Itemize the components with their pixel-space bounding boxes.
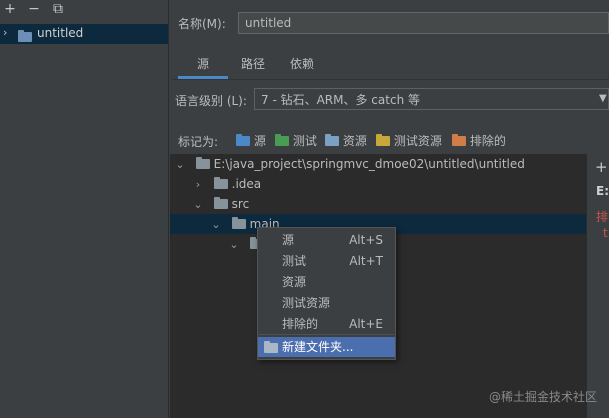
mark-as-test-resources-label: 测试资源 xyxy=(393,134,442,148)
menu-item-excluded[interactable]: 排除的 Alt+E xyxy=(258,314,395,334)
mark-as-sources-label: 源 xyxy=(253,134,266,148)
tab-dependencies[interactable]: 依赖 xyxy=(282,54,322,76)
name-label: 名称(M): xyxy=(178,17,226,31)
menu-item-sources-shortcut: Alt+S xyxy=(349,233,383,247)
menu-item-resources-label: 资源 xyxy=(282,275,307,289)
content-root-path: E:\ xyxy=(596,184,609,198)
chevron-down-icon[interactable]: ⌄ xyxy=(210,215,222,235)
modules-toolbar: + − ⧉ xyxy=(0,0,168,20)
menu-item-tests-label: 测试 xyxy=(282,254,307,268)
new-folder-icon xyxy=(264,341,278,353)
chevron-down-icon[interactable]: ⌄ xyxy=(192,195,204,215)
tab-paths[interactable]: 路径 xyxy=(233,54,273,76)
copy-icon[interactable]: ⧉ xyxy=(50,1,66,17)
tests-folder-icon xyxy=(275,134,289,146)
menu-item-excluded-shortcut: Alt+E xyxy=(349,317,383,331)
chevron-right-icon[interactable]: › xyxy=(3,26,7,39)
tree-root-label: E:\java_project\springmvc_dmoe02\untitle… xyxy=(213,157,525,171)
mark-as-excluded-label: 排除的 xyxy=(469,134,506,148)
menu-item-sources[interactable]: 源 Alt+S xyxy=(258,230,395,250)
menu-item-tests-shortcut: Alt+T xyxy=(349,254,383,268)
chevron-down-icon[interactable]: ⌄ xyxy=(174,155,186,175)
menu-item-test-resources[interactable]: 测试资源 xyxy=(258,293,395,313)
language-level-label: 语言级别 (L): xyxy=(175,94,247,108)
chevron-right-icon[interactable]: › xyxy=(192,175,204,195)
resources-folder-icon xyxy=(325,134,339,146)
excluded-item: t xyxy=(603,226,608,240)
language-level-select[interactable]: 7 - 钻石、ARM、多 catch 等 xyxy=(254,88,609,110)
mark-as-excluded[interactable]: 排除的 xyxy=(452,133,506,149)
language-level-value: 7 - 钻石、ARM、多 catch 等 xyxy=(261,93,420,107)
folder-icon xyxy=(213,177,228,189)
content-root-detail-panel: + E:\ 排 t xyxy=(586,154,609,418)
module-item-untitled[interactable]: › untitled xyxy=(0,24,168,44)
chevron-down-icon[interactable]: ⌄ xyxy=(228,235,240,255)
mark-as-tests-label: 测试 xyxy=(292,134,317,148)
tree-src-label: src xyxy=(231,197,250,211)
mark-as-sources[interactable]: 源 xyxy=(236,133,266,149)
menu-item-excluded-label: 排除的 xyxy=(282,317,319,331)
mark-as-resources[interactable]: 资源 xyxy=(325,133,367,149)
module-label: untitled xyxy=(37,26,84,40)
mark-as-test-resources[interactable]: 测试资源 xyxy=(376,133,442,149)
menu-item-new-folder-label: 新建文件夹... xyxy=(282,340,354,354)
sources-folder-icon xyxy=(236,134,250,146)
folder-icon xyxy=(195,157,210,169)
excluded-section-label: 排 xyxy=(596,210,609,224)
excluded-folder-icon xyxy=(452,134,466,146)
modules-panel xyxy=(0,0,168,418)
mark-as-tests[interactable]: 测试 xyxy=(275,133,317,149)
tabs-divider xyxy=(172,79,609,80)
context-menu: 源 Alt+S 测试 Alt+T 资源 测试资源 排除的 Alt+E 新建文件夹… xyxy=(257,227,396,360)
menu-item-test-resources-label: 测试资源 xyxy=(282,296,331,310)
menu-item-sources-label: 源 xyxy=(282,233,295,247)
add-icon[interactable]: + xyxy=(2,1,18,17)
tab-sources[interactable]: 源 xyxy=(178,54,228,76)
menu-item-new-folder[interactable]: 新建文件夹... xyxy=(258,337,395,357)
folder-icon xyxy=(213,197,228,209)
panel-splitter[interactable] xyxy=(168,0,169,418)
tree-row-root[interactable]: ⌄ E:\java_project\springmvc_dmoe02\untit… xyxy=(174,154,525,174)
tree-idea-label: .idea xyxy=(231,177,262,191)
mark-as-resources-label: 资源 xyxy=(342,134,367,148)
test-resources-folder-icon xyxy=(376,134,390,146)
tree-row-src[interactable]: ⌄ src xyxy=(192,194,249,214)
mark-as-label: 标记为: xyxy=(178,135,219,149)
folder-icon xyxy=(231,217,246,229)
add-content-root-icon[interactable]: + xyxy=(595,158,608,176)
menu-item-tests[interactable]: 测试 Alt+T xyxy=(258,251,395,271)
menu-separator xyxy=(259,334,394,335)
watermark: @稀土掘金技术社区 xyxy=(488,390,597,404)
menu-item-resources[interactable]: 资源 xyxy=(258,272,395,292)
tree-row-idea[interactable]: › .idea xyxy=(192,174,261,194)
chevron-down-icon[interactable]: ▼ xyxy=(599,93,607,104)
name-input[interactable] xyxy=(238,12,609,34)
remove-icon[interactable]: − xyxy=(26,1,42,17)
module-folder-icon xyxy=(18,30,32,42)
